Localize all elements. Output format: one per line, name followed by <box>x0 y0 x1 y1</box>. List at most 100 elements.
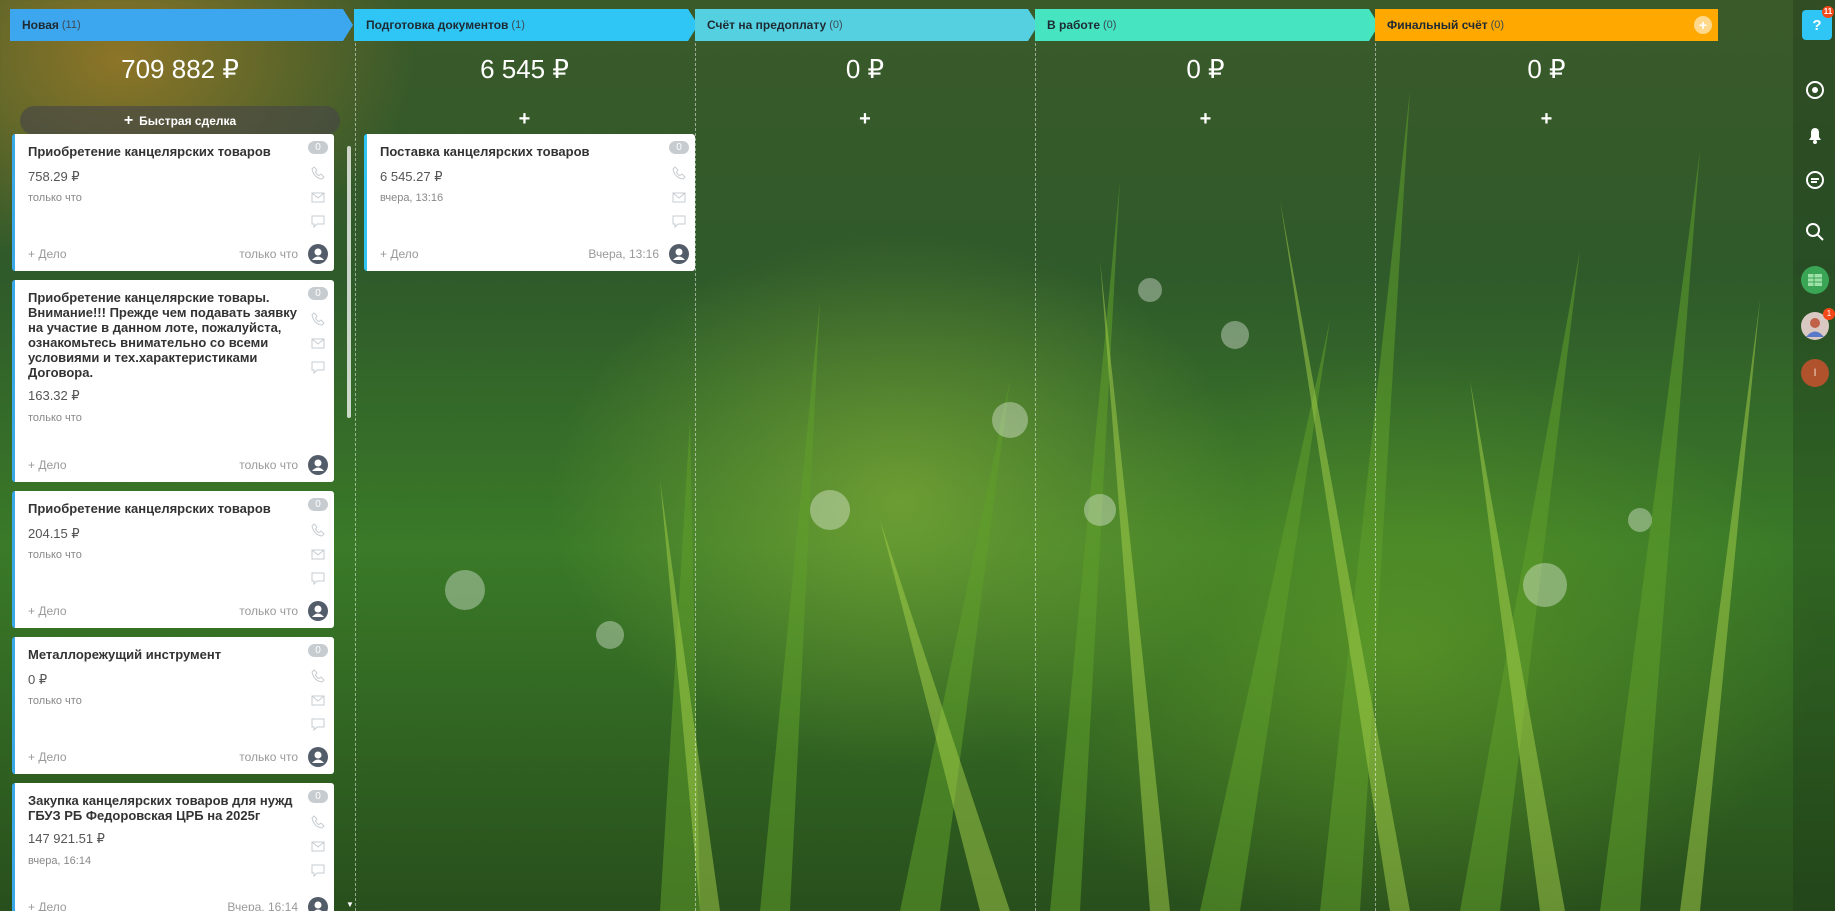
add-task-link[interactable]: + Дело <box>28 247 67 261</box>
column-title: Подготовка документов <box>366 18 509 32</box>
kanban-board: Новая (11) 709 882 ₽ + Быстрая сделка Пр… <box>10 9 1718 911</box>
activity-counter-badge: 0 <box>308 498 328 511</box>
user-icon <box>312 459 324 471</box>
mail-icon[interactable] <box>310 692 326 708</box>
chat-bubble-icon <box>1806 171 1824 189</box>
column-count: (1) <box>511 19 525 31</box>
deal-activity-time: только что <box>239 604 298 618</box>
deal-title[interactable]: Поставка канцелярских товаров <box>380 144 660 159</box>
mail-icon[interactable] <box>671 189 687 205</box>
responsible-avatar[interactable] <box>669 244 689 264</box>
deal-card[interactable]: Приобретение канцелярских товаров 758.29… <box>12 134 334 271</box>
phone-icon[interactable] <box>310 165 326 181</box>
add-deal-button[interactable]: + <box>354 109 695 129</box>
mail-icon[interactable] <box>310 189 326 205</box>
deal-card[interactable]: Поставка канцелярских товаров 6 545.27 ₽… <box>364 134 695 271</box>
scrollbar-thumb[interactable] <box>347 146 351 418</box>
scroll-down-arrow-icon[interactable]: ▼ <box>346 900 354 909</box>
deal-card[interactable]: Закупка канцелярских товаров для нужд ГБ… <box>12 783 334 911</box>
column-count: (0) <box>829 19 843 31</box>
plus-icon: + <box>123 111 134 129</box>
mail-icon[interactable] <box>310 335 326 351</box>
responsible-avatar[interactable] <box>308 601 328 621</box>
activity-counter-badge: 0 <box>308 141 328 154</box>
quick-deal-label: Быстрая сделка <box>139 113 237 128</box>
right-sidebar: ? 11 1 I <box>1793 0 1835 911</box>
phone-icon[interactable] <box>310 668 326 684</box>
deal-activity-time: Вчера, 13:16 <box>588 247 659 261</box>
add-deal-button[interactable]: + <box>695 109 1035 129</box>
deal-created-time: только что <box>28 192 82 204</box>
column-sum: 6 545 ₽ <box>480 54 569 84</box>
responsible-avatar[interactable] <box>308 897 328 911</box>
notifications-button[interactable] <box>1801 121 1829 149</box>
chat-icon[interactable] <box>310 570 326 586</box>
mail-icon[interactable] <box>310 838 326 854</box>
add-deal-button[interactable]: + <box>1035 109 1376 129</box>
deal-amount: 147 921.51 ₽ <box>28 831 105 846</box>
column-sum: 0 ₽ <box>1527 54 1566 84</box>
chats-button[interactable] <box>1801 167 1829 195</box>
deal-card[interactable]: Металлорежущий инструмент 0 ₽ только что… <box>12 637 334 774</box>
notification-badge: 11 <box>1822 6 1834 18</box>
phone-icon[interactable] <box>671 165 687 181</box>
add-deal-button[interactable]: + <box>1375 109 1718 129</box>
copilot-button[interactable] <box>1801 76 1829 104</box>
profile-button[interactable]: I <box>1801 359 1829 387</box>
add-stage-icon[interactable]: + <box>1694 16 1712 34</box>
column-header-docs[interactable]: Подготовка документов (1) <box>354 9 698 41</box>
deal-activity-time: Вчера, 16:14 <box>227 900 298 911</box>
responsible-avatar[interactable] <box>308 747 328 767</box>
add-task-link[interactable]: + Дело <box>380 247 419 261</box>
help-button[interactable]: ? 11 <box>1802 6 1834 40</box>
mail-icon[interactable] <box>310 546 326 562</box>
column-final-invoice: Финальный счёт (0) + 0 ₽ + <box>1375 9 1718 911</box>
user-icon <box>312 248 324 260</box>
deal-title[interactable]: Закупка канцелярских товаров для нужд ГБ… <box>28 793 308 823</box>
column-prepayment: Счёт на предоплату (0) 0 ₽ + <box>695 9 1038 911</box>
deal-created-time: вчера, 16:14 <box>28 855 92 867</box>
search-button[interactable] <box>1801 218 1829 246</box>
add-task-link[interactable]: + Дело <box>28 458 67 472</box>
column-title: Счёт на предоплату <box>707 18 827 32</box>
responsible-avatar[interactable] <box>308 455 328 475</box>
chat-icon[interactable] <box>310 359 326 375</box>
chat-icon[interactable] <box>310 862 326 878</box>
deal-created-time: только что <box>28 412 82 424</box>
deal-title[interactable]: Приобретение канцелярских товаров <box>28 144 308 159</box>
activity-counter-badge: 0 <box>669 141 689 154</box>
deal-activity-time: только что <box>239 247 298 261</box>
spreadsheet-icon <box>1808 274 1822 286</box>
column-count: (0) <box>1490 19 1505 31</box>
deal-title[interactable]: Металлорежущий инструмент <box>28 647 308 662</box>
deal-amount: 204.15 ₽ <box>28 526 80 541</box>
phone-icon[interactable] <box>310 814 326 830</box>
deal-card[interactable]: Приобретение канцелярские товары. Вниман… <box>12 280 334 482</box>
deal-activity-time: только что <box>239 458 298 472</box>
phone-icon[interactable] <box>310 522 326 538</box>
column-header-new[interactable]: Новая (11) <box>10 9 353 41</box>
deal-card[interactable]: Приобретение канцелярских товаров 204.15… <box>12 491 334 628</box>
phone-icon[interactable] <box>310 311 326 327</box>
column-in-progress: В работе (0) 0 ₽ + <box>1035 9 1379 911</box>
add-task-link[interactable]: + Дело <box>28 750 67 764</box>
deal-created-time: только что <box>28 549 82 561</box>
column-header-in-progress[interactable]: В работе (0) <box>1035 9 1379 41</box>
quick-deal-button[interactable]: + Быстрая сделка <box>20 106 340 135</box>
add-task-link[interactable]: + Дело <box>28 604 67 618</box>
add-task-link[interactable]: + Дело <box>28 900 67 911</box>
deal-created-time: только что <box>28 695 82 707</box>
deal-title[interactable]: Приобретение канцелярских товаров <box>28 501 308 516</box>
deal-created-time: вчера, 13:16 <box>380 192 444 204</box>
user-avatar-button[interactable]: 1 <box>1801 308 1835 340</box>
responsible-avatar[interactable] <box>308 244 328 264</box>
activity-counter-badge: 0 <box>308 287 328 300</box>
column-header-final-invoice[interactable]: Финальный счёт (0) + <box>1375 9 1718 41</box>
chat-icon[interactable] <box>310 213 326 229</box>
chat-icon[interactable] <box>310 716 326 732</box>
deal-title[interactable]: Приобретение канцелярские товары. Вниман… <box>28 290 308 380</box>
column-scrollbar[interactable]: ▼ <box>346 146 354 911</box>
column-header-prepayment[interactable]: Счёт на предоплату (0) <box>695 9 1038 41</box>
chat-icon[interactable] <box>671 213 687 229</box>
sheets-app-button[interactable] <box>1801 266 1829 294</box>
